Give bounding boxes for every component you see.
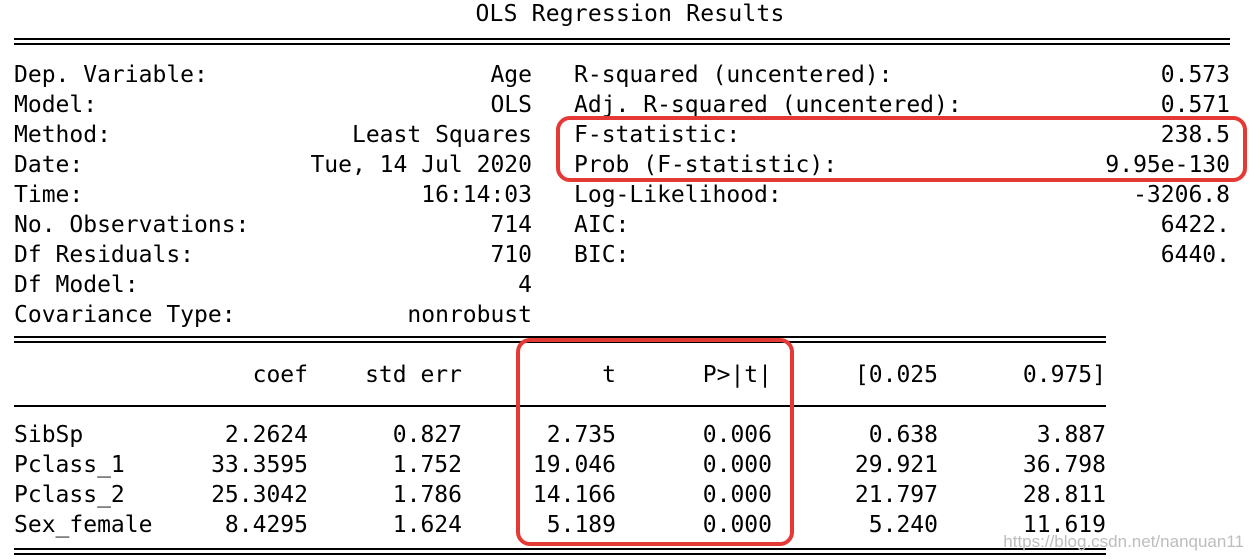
t-cell: 14.166 <box>532 482 616 508</box>
p-cell: 0.000 <box>702 482 772 508</box>
ci-low-cell: 29.921 <box>854 452 938 478</box>
regression-results-page: OLS Regression Results Dep. Variable: Ag… <box>0 0 1260 560</box>
ci-low-cell: 21.797 <box>854 482 938 508</box>
summary-left-value: 710 <box>490 242 532 268</box>
ci-low-cell: 5.240 <box>868 512 938 538</box>
coef-cell: 8.4295 <box>224 512 308 538</box>
summary-left-label: Method: <box>14 122 111 148</box>
p-cell: 0.000 <box>702 512 772 538</box>
summary-right-label: F-statistic: <box>574 122 741 148</box>
t-cell: 19.046 <box>532 452 616 478</box>
p-cell: 0.006 <box>702 422 772 448</box>
summary-left-label: Covariance Type: <box>14 302 236 328</box>
header-rule <box>14 405 1106 407</box>
summary-left-label: Date: <box>14 152 84 178</box>
std-err-cell: 1.786 <box>392 482 462 508</box>
t-cell: 2.735 <box>546 422 616 448</box>
summary-left-value: 714 <box>490 212 532 238</box>
top-double-rule <box>14 38 1230 45</box>
summary-left-label: Dep. Variable: <box>14 62 208 88</box>
summary-left-value: 4 <box>518 272 532 298</box>
summary-left-value: Least Squares <box>351 122 532 148</box>
summary-left-label: Time: <box>14 182 84 208</box>
ci-low-header: [0.025 <box>854 362 938 388</box>
summary-left-label: Df Residuals: <box>14 242 195 268</box>
t-header: t <box>602 362 616 388</box>
summary-right-value: 9.95e-130 <box>1105 152 1230 178</box>
summary-right-value: 0.571 <box>1160 92 1230 118</box>
page-title: OLS Regression Results <box>475 1 785 27</box>
row-name: Pclass_1 <box>14 452 125 478</box>
ci-low-cell: 0.638 <box>868 422 938 448</box>
summary-left-value: OLS <box>490 92 532 118</box>
std-err-cell: 1.752 <box>392 452 462 478</box>
bottom-double-rule <box>14 548 1106 555</box>
summary-right-value: 0.573 <box>1160 62 1230 88</box>
mid-double-rule <box>14 336 1106 343</box>
row-name: SibSp <box>14 422 84 448</box>
coef-cell: 25.3042 <box>211 482 308 508</box>
summary-right-label: BIC: <box>574 242 630 268</box>
summary-right-value: -3206.8 <box>1133 182 1230 208</box>
ci-high-header: 0.975] <box>1022 362 1106 388</box>
std-err-header: std err <box>365 362 462 388</box>
coef-header: coef <box>252 362 308 388</box>
coef-cell: 2.2624 <box>224 422 308 448</box>
summary-right-value: 238.5 <box>1160 122 1230 148</box>
summary-right-label: AIC: <box>574 212 630 238</box>
summary-left-label: Df Model: <box>14 272 139 298</box>
summary-right-value: 6440. <box>1160 242 1230 268</box>
watermark: https://blog.csdn.net/nanquan11 <box>1003 532 1244 551</box>
summary-left-value: Tue, 14 Jul 2020 <box>310 152 532 178</box>
row-name: Sex_female <box>14 512 153 538</box>
ci-high-cell: 36.798 <box>1022 452 1106 478</box>
ci-high-cell: 28.811 <box>1022 482 1106 508</box>
ci-high-cell: 3.887 <box>1036 422 1106 448</box>
std-err-cell: 0.827 <box>392 422 462 448</box>
row-name: Pclass_2 <box>14 482 125 508</box>
p-header: P>|t| <box>702 362 772 388</box>
std-err-cell: 1.624 <box>392 512 462 538</box>
summary-left-label: No. Observations: <box>14 212 250 238</box>
summary-right-label: Prob (F-statistic): <box>574 152 838 178</box>
summary-right-value: 6422. <box>1160 212 1230 238</box>
summary-left-value: nonrobust <box>407 302 532 328</box>
summary-left-label: Model: <box>14 92 98 118</box>
coef-cell: 33.3595 <box>211 452 308 478</box>
summary-left-value: Age <box>490 62 532 88</box>
summary-right-label: Log-Likelihood: <box>574 182 782 208</box>
t-cell: 5.189 <box>546 512 616 538</box>
summary-left-value: 16:14:03 <box>421 182 532 208</box>
p-cell: 0.000 <box>702 452 772 478</box>
